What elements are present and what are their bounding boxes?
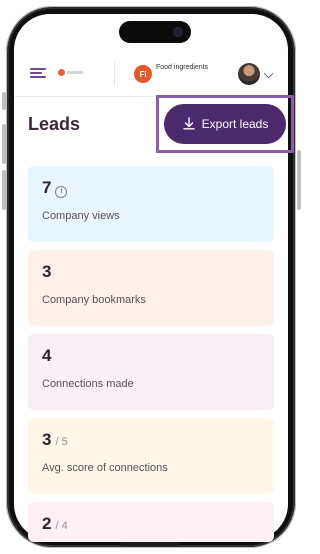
food-ingredients-brand-text: Food ingredients bbox=[156, 64, 209, 71]
stat-value-company-views: 7 i bbox=[42, 178, 68, 198]
download-icon bbox=[182, 117, 196, 131]
chevron-down-icon[interactable] bbox=[263, 68, 274, 79]
stat-card-partial: 2 / 4 bbox=[28, 502, 274, 542]
stat-value-avg-score: 3 / 5 bbox=[42, 430, 68, 450]
stat-label-avg-score: Avg. score of connections bbox=[42, 462, 168, 474]
page-title: Leads bbox=[28, 114, 81, 134]
stat-label-company-bookmarks: Company bookmarks bbox=[42, 294, 146, 306]
stat-denominator: / 5 bbox=[55, 436, 68, 448]
stat-value-partial: 2 / 4 bbox=[42, 514, 68, 534]
platform-logo-text bbox=[67, 71, 83, 74]
side-button-left-1 bbox=[2, 92, 6, 110]
stat-label-company-views: Company views bbox=[42, 210, 120, 222]
stat-value-connections-made: 4 bbox=[42, 346, 51, 366]
export-leads-button[interactable]: Export leads bbox=[164, 104, 286, 144]
hamburger-icon-line-3 bbox=[30, 76, 46, 78]
side-button-left-2 bbox=[2, 124, 6, 164]
platform-logo[interactable] bbox=[58, 69, 83, 76]
stat-value: 2 bbox=[42, 514, 52, 533]
stat-value-company-bookmarks: 3 bbox=[42, 262, 51, 282]
menu-button[interactable] bbox=[30, 68, 46, 78]
side-button-left-3 bbox=[2, 170, 6, 210]
platform-logo-mark bbox=[58, 69, 65, 76]
side-button-right bbox=[297, 150, 301, 210]
hamburger-icon-line-2 bbox=[30, 72, 42, 74]
stat-card-avg-score: 3 / 5 Avg. score of connections bbox=[28, 418, 274, 494]
stat-card-connections-made: 4 Connections made bbox=[28, 334, 274, 410]
stat-label-connections-made: Connections made bbox=[42, 378, 134, 390]
home-indicator bbox=[120, 542, 180, 546]
stat-value: 7 bbox=[42, 178, 52, 197]
stat-value: 4 bbox=[42, 346, 52, 365]
dynamic-island bbox=[119, 21, 191, 43]
header-divider bbox=[114, 62, 115, 86]
export-leads-label: Export leads bbox=[201, 117, 269, 131]
stat-value: 3 bbox=[42, 430, 52, 449]
info-icon[interactable]: i bbox=[55, 185, 68, 198]
food-ingredients-logo[interactable]: Fi bbox=[134, 65, 152, 83]
food-ingredients-logo-letters: Fi bbox=[139, 69, 147, 79]
camera-icon bbox=[173, 27, 183, 37]
stat-card-company-views: 7 i Company views bbox=[28, 166, 274, 242]
avatar[interactable] bbox=[238, 63, 260, 85]
stat-card-company-bookmarks: 3 Company bookmarks bbox=[28, 250, 274, 326]
hamburger-icon-line-1 bbox=[30, 68, 46, 70]
stat-denominator: / 4 bbox=[55, 520, 68, 532]
app-header: Fi Food ingredients bbox=[14, 50, 288, 97]
stat-value: 3 bbox=[42, 262, 52, 281]
